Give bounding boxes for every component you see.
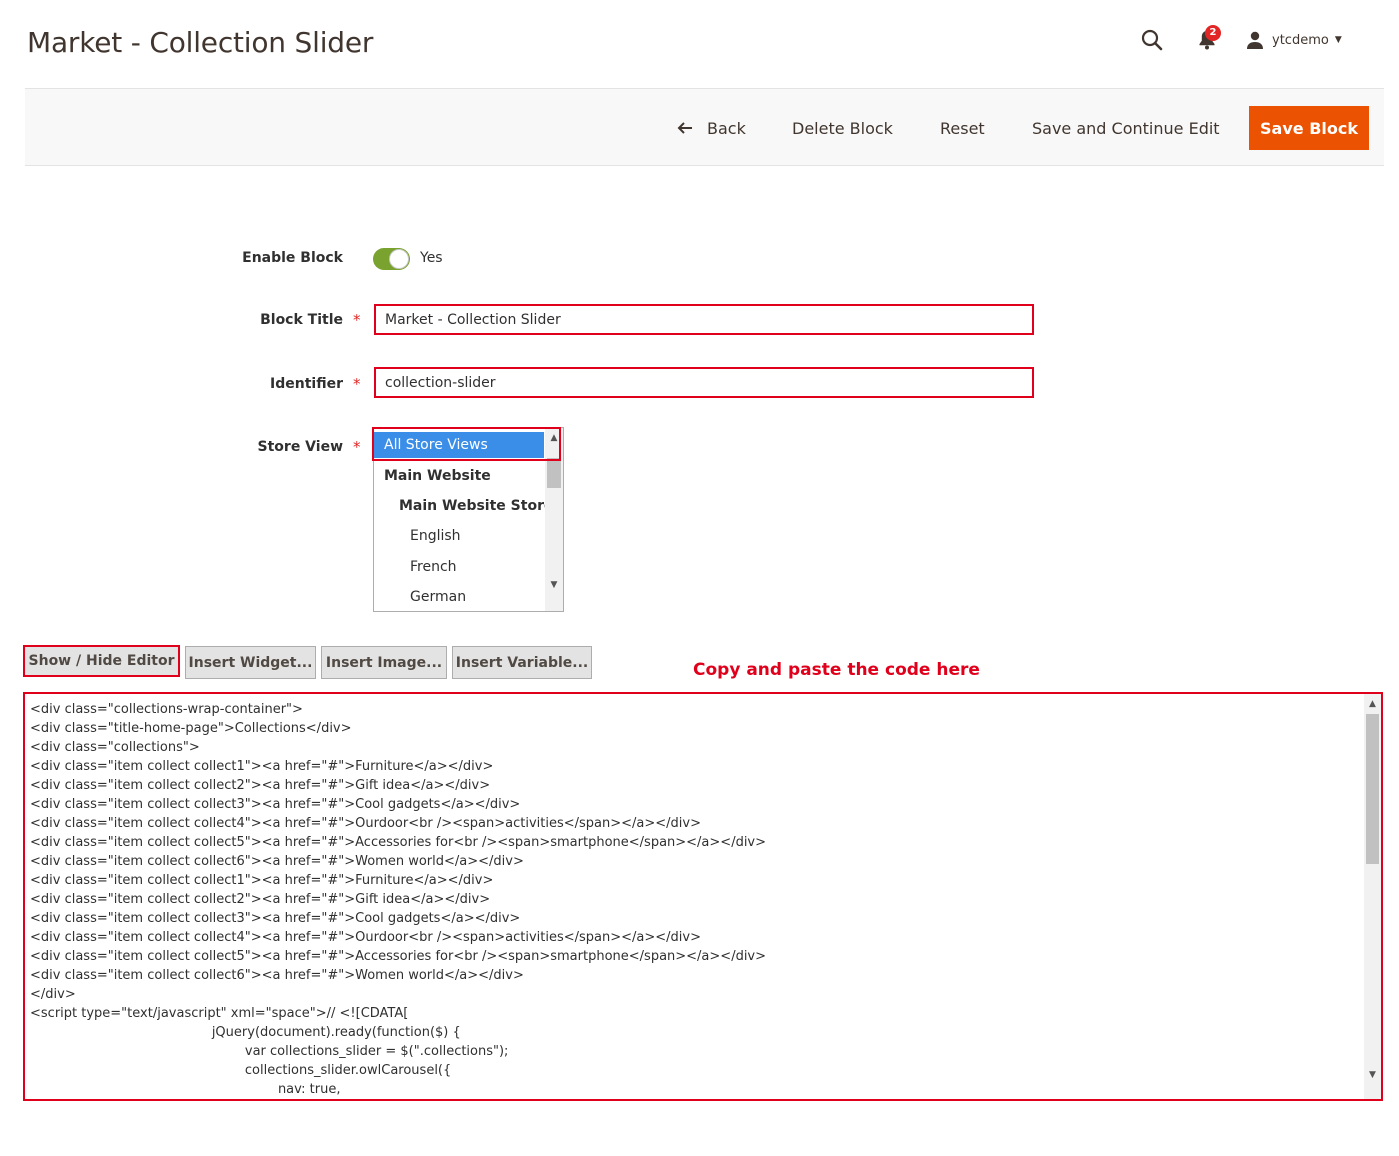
- code-line: <div class="title-home-page">Collections…: [30, 721, 352, 736]
- scrollbar-thumb[interactable]: [547, 458, 561, 488]
- store-option-english[interactable]: English: [374, 523, 546, 549]
- back-label: Back: [707, 118, 746, 138]
- code-line: <div class="item collect collect2"><a hr…: [30, 778, 491, 793]
- content-scrollbar[interactable]: ▲ ▼: [1364, 694, 1381, 1099]
- code-line: </div>: [30, 987, 76, 1002]
- store-view-scrollbar[interactable]: ▲ ▼: [545, 428, 563, 611]
- block-title-input[interactable]: [374, 304, 1034, 335]
- page-title: Market - Collection Slider: [27, 26, 374, 59]
- code-line: <div class="item collect collect2"><a hr…: [30, 892, 491, 907]
- save-and-continue-button[interactable]: Save and Continue Edit: [1032, 106, 1220, 150]
- code-line: <div class="collections-wrap-container">: [30, 702, 303, 717]
- store-view-label: Store View: [257, 439, 343, 455]
- enable-block-label: Enable Block: [242, 250, 343, 266]
- username: ytcdemo: [1272, 32, 1329, 48]
- show-hide-editor-button[interactable]: Show / Hide Editor: [23, 645, 180, 677]
- code-line: <div class="item collect collect3"><a hr…: [30, 911, 521, 926]
- insert-variable-button[interactable]: Insert Variable...: [452, 646, 592, 679]
- user-icon: [1247, 31, 1263, 49]
- code-line: <div class="item collect collect6"><a hr…: [30, 968, 524, 983]
- code-line: <div class="item collect collect5"><a hr…: [30, 835, 767, 850]
- arrow-left-icon: [677, 122, 692, 134]
- required-mark: *: [353, 311, 361, 329]
- back-button[interactable]: Back: [677, 106, 746, 150]
- content-textarea[interactable]: <div class="collections-wrap-container">…: [23, 692, 1383, 1101]
- scroll-down-icon[interactable]: ▼: [545, 577, 563, 593]
- code-line: <div class="item collect collect1"><a hr…: [30, 873, 494, 888]
- user-menu[interactable]: ytcdemo ▼: [1246, 26, 1342, 54]
- enable-block-toggle[interactable]: [373, 248, 410, 270]
- delete-block-button[interactable]: Delete Block: [792, 106, 893, 150]
- block-title-label: Block Title: [260, 312, 343, 328]
- required-mark: *: [353, 375, 361, 393]
- code-line: nav: true,: [277, 1082, 341, 1097]
- store-view-multiselect[interactable]: All Store Views Main Website Main Websit…: [373, 427, 564, 612]
- code-line: <div class="item collect collect6"><a hr…: [30, 854, 524, 869]
- annotation-text: Copy and paste the code here: [693, 660, 980, 680]
- scroll-up-icon[interactable]: ▲: [545, 430, 563, 446]
- code-line: var collections_slider = $(".collections…: [244, 1044, 509, 1059]
- notifications-button[interactable]: 2: [1192, 25, 1222, 54]
- scroll-up-icon[interactable]: ▲: [1364, 696, 1381, 712]
- save-block-button[interactable]: Save Block: [1249, 106, 1369, 150]
- toggle-knob: [389, 249, 409, 269]
- code-line: <div class="item collect collect1"><a hr…: [30, 759, 494, 774]
- insert-image-button[interactable]: Insert Image...: [321, 646, 447, 679]
- code-line: <div class="item collect collect5"><a hr…: [30, 949, 767, 964]
- store-option-french[interactable]: French: [374, 554, 546, 580]
- scroll-down-icon[interactable]: ▼: [1364, 1067, 1381, 1083]
- code-content: <div class="collections-wrap-container">…: [30, 700, 1360, 1099]
- caret-down-icon: ▼: [1334, 35, 1342, 45]
- insert-widget-button[interactable]: Insert Widget...: [185, 646, 316, 679]
- enable-block-value: Yes: [420, 250, 443, 266]
- code-line: <div class="item collect collect4"><a hr…: [30, 930, 701, 945]
- code-line: <script type="text/javascript" xml="spac…: [30, 1006, 409, 1021]
- code-line: <div class="collections">: [30, 740, 200, 755]
- identifier-label: Identifier: [270, 376, 343, 392]
- store-option-main-website[interactable]: Main Website: [374, 463, 546, 489]
- search-icon[interactable]: [1138, 26, 1166, 54]
- code-line: <div class="item collect collect3"><a hr…: [30, 797, 521, 812]
- code-line: collections_slider.owlCarousel({: [244, 1063, 452, 1078]
- store-option-all-store-views[interactable]: All Store Views: [374, 432, 544, 458]
- page-actions-bar: Back Delete Block Reset Save and Continu…: [25, 88, 1384, 166]
- reset-button[interactable]: Reset: [940, 106, 985, 150]
- store-option-main-website-store[interactable]: Main Website Store: [374, 493, 553, 519]
- store-option-german[interactable]: German: [374, 584, 546, 610]
- identifier-input[interactable]: [374, 367, 1034, 398]
- code-line: <div class="item collect collect4"><a hr…: [30, 816, 701, 831]
- required-mark: *: [353, 438, 361, 456]
- code-line: jQuery(document).ready(function($) {: [211, 1025, 461, 1040]
- scrollbar-thumb[interactable]: [1366, 714, 1379, 864]
- notification-badge: 2: [1205, 25, 1221, 41]
